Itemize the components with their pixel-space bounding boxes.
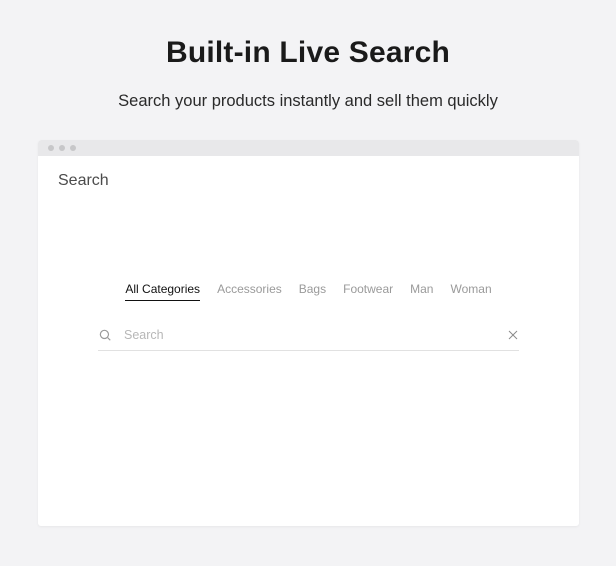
window-titlebar [38,140,579,156]
window-dot-minimize[interactable] [59,145,65,151]
search-input[interactable] [124,328,507,342]
category-tabs: All Categories Accessories Bags Footwear… [38,282,579,301]
tab-bags[interactable]: Bags [299,282,326,301]
tab-accessories[interactable]: Accessories [217,282,282,301]
hero-subtitle: Search your products instantly and sell … [0,92,616,111]
tab-man[interactable]: Man [410,282,433,301]
tab-woman[interactable]: Woman [450,282,491,301]
tab-all-categories[interactable]: All Categories [125,282,200,301]
browser-window: Search All Categories Accessories Bags F… [38,140,579,526]
search-icon [98,328,112,342]
window-dot-zoom[interactable] [70,145,76,151]
search-row [98,322,519,351]
tab-footwear[interactable]: Footwear [343,282,393,301]
clear-icon[interactable] [507,329,519,341]
page-title: Search [58,172,109,190]
hero-title: Built-in Live Search [0,0,616,70]
window-dot-close[interactable] [48,145,54,151]
